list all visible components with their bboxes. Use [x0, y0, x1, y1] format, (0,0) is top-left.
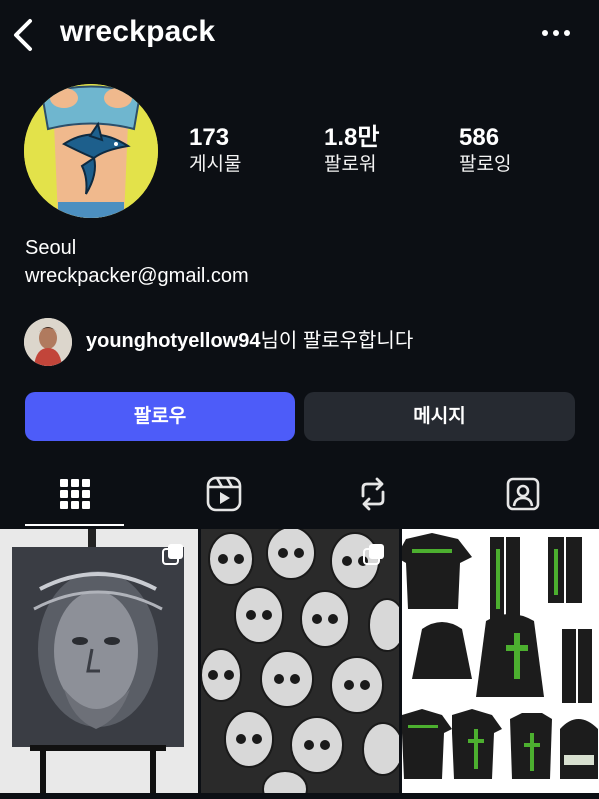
stat-following-label: 팔로잉	[459, 154, 512, 175]
repost-icon	[361, 477, 385, 511]
stat-followers-count: 1.8만	[324, 124, 380, 151]
tab-reposts[interactable]	[323, 462, 423, 528]
profile-username: wreckpack	[60, 15, 216, 48]
post-thumbnail[interactable]	[402, 529, 599, 793]
stat-posts-count: 173	[189, 124, 230, 151]
tab-posts-grid[interactable]	[25, 462, 125, 528]
shark-illustration	[24, 84, 158, 218]
post-grid	[0, 529, 599, 799]
profile-avatar[interactable]	[24, 84, 158, 218]
grid-icon	[60, 479, 90, 509]
clothing-collection-image	[402, 529, 599, 793]
painting-image	[0, 529, 198, 793]
more-horizontal-icon[interactable]	[540, 26, 572, 40]
follow-button[interactable]: 팔로우	[25, 392, 295, 441]
stat-followers-label: 팔로워	[324, 154, 377, 175]
multi-photo-icon	[363, 544, 384, 565]
tagged-icon	[506, 477, 540, 511]
stat-posts[interactable]: 173 게시물	[189, 124, 241, 178]
skull-pattern-image	[201, 529, 399, 793]
followed-by-suffix: 님이 팔로우합니다	[260, 330, 414, 352]
followed-by-row[interactable]: younghotyellow94님이 팔로우합니다	[24, 318, 584, 366]
post-thumbnail[interactable]	[201, 529, 399, 793]
post-thumbnail[interactable]	[0, 529, 198, 793]
stat-following-count: 586	[459, 124, 500, 151]
tab-reels[interactable]	[174, 462, 274, 528]
active-tab-indicator	[25, 524, 124, 526]
message-button[interactable]: 메시지	[304, 392, 575, 441]
followed-by-text: younghotyellow94님이 팔로우합니다	[86, 328, 413, 354]
tab-tagged[interactable]	[473, 462, 573, 528]
stat-followers[interactable]: 1.8만 팔로워	[324, 124, 379, 178]
bio-email[interactable]: wreckpacker@gmail.com	[25, 263, 249, 289]
multi-photo-icon	[162, 544, 183, 565]
stat-posts-label: 게시물	[189, 154, 242, 175]
followed-by-name[interactable]: younghotyellow94	[86, 330, 260, 352]
profile-tabs	[0, 462, 599, 528]
follower-photo	[24, 318, 72, 366]
bio-location: Seoul	[25, 237, 77, 259]
reels-icon	[206, 476, 242, 512]
chevron-left-icon[interactable]	[10, 18, 38, 52]
top-bar: wreckpack	[0, 0, 599, 70]
follower-avatar[interactable]	[24, 318, 72, 366]
stat-following[interactable]: 586 팔로잉	[459, 124, 511, 178]
